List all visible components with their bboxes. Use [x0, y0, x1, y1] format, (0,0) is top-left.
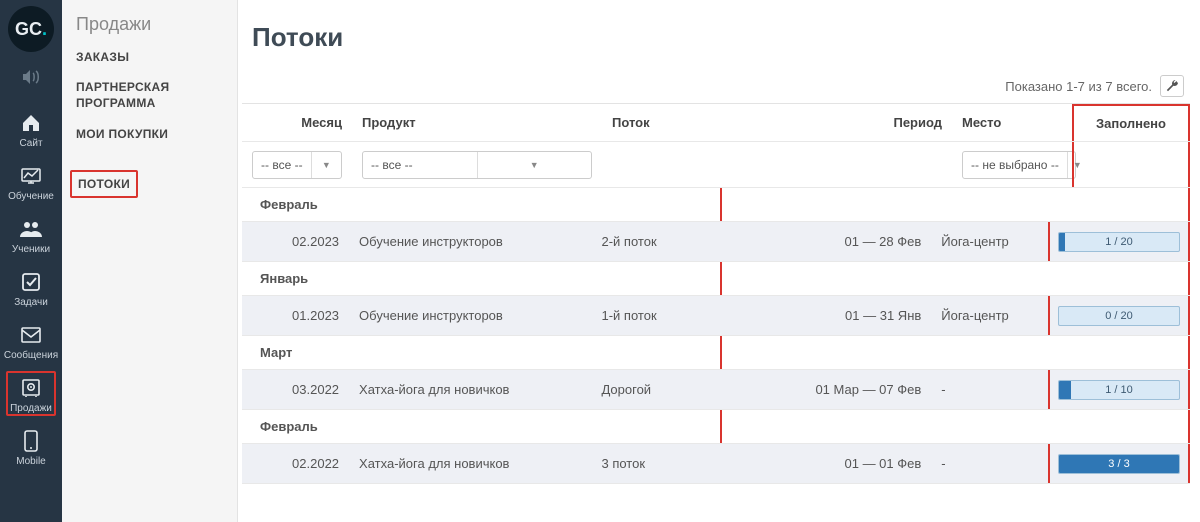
filter-product-value: -- все --: [363, 158, 477, 172]
month-group-label: Январь: [242, 263, 720, 294]
cell-product: Хатха-йога для новичков: [349, 374, 591, 405]
progress-bar: 3 / 3: [1058, 454, 1180, 474]
table-header: Месяц Продукт Поток Период Место Заполне…: [242, 104, 1190, 142]
table-filters: -- все -- ▼ -- все -- ▼ -- не выбрано --…: [242, 142, 1190, 188]
cell-period: 01 Мар — 07 Фев: [786, 374, 932, 405]
rail-item-mobile[interactable]: Mobile: [0, 420, 62, 473]
col-stream: Поток: [602, 107, 802, 138]
cell-month: 02.2023: [242, 226, 349, 257]
filter-place-value: -- не выбрано --: [963, 158, 1067, 172]
streams-table: Месяц Продукт Поток Период Место Заполне…: [242, 103, 1190, 484]
safe-icon: [18, 375, 44, 401]
subnav-item-mybuys[interactable]: МОИ ПОКУПКИ: [76, 126, 223, 142]
cell-place: -: [931, 448, 1048, 479]
main: Потоки Показано 1-7 из 7 всего. Месяц Пр…: [238, 0, 1200, 522]
cell-stream: Дорогой: [591, 374, 785, 405]
month-group-row: Март: [242, 336, 1190, 370]
subnav-title: Продажи: [76, 14, 223, 35]
rail-label: Сообщения: [4, 350, 58, 361]
rail-label: Mobile: [16, 456, 45, 467]
cell-stream: 2-й поток: [591, 226, 785, 257]
logo[interactable]: GC.: [8, 6, 54, 52]
cell-period: 01 — 28 Фев: [786, 226, 932, 257]
progress-label: 1 / 10: [1059, 381, 1179, 399]
cell-stream: 3 поток: [591, 448, 785, 479]
rail-item-messages[interactable]: Сообщения: [0, 314, 62, 367]
logo-text: GC: [15, 19, 42, 40]
home-icon: [18, 110, 44, 136]
cell-product: Обучение инструкторов: [349, 226, 591, 257]
chevron-down-icon: ▼: [311, 152, 341, 178]
page-title: Потоки: [252, 22, 1190, 53]
cell-month: 02.2022: [242, 448, 349, 479]
chevron-down-icon: ▼: [477, 152, 592, 178]
cell-place: Йога-центр: [931, 226, 1048, 257]
cell-period: 01 — 01 Фев: [786, 448, 932, 479]
filter-month[interactable]: -- все -- ▼: [252, 151, 342, 179]
rail-item-sales[interactable]: Продажи: [0, 367, 62, 420]
col-product: Продукт: [352, 107, 602, 138]
month-group-label: Март: [242, 337, 720, 368]
rail-label: Продажи: [10, 403, 52, 414]
cell-place: Йога-центр: [931, 300, 1048, 331]
month-group-label: Февраль: [242, 189, 720, 220]
filter-product[interactable]: -- все -- ▼: [362, 151, 592, 179]
rail-item-tasks[interactable]: Задачи: [0, 261, 62, 314]
month-group-label: Февраль: [242, 411, 720, 442]
subnav: Продажи ЗАКАЗЫ ПАРТНЕРСКАЯ ПРОГРАММА МОИ…: [62, 0, 238, 522]
mobile-icon: [18, 428, 44, 454]
progress-bar: 1 / 10: [1058, 380, 1180, 400]
summary-text: Показано 1-7 из 7 всего.: [1005, 79, 1152, 94]
progress-label: 1 / 20: [1059, 233, 1179, 251]
rail-item-students[interactable]: Ученики: [0, 208, 62, 261]
table-row[interactable]: 01.2023Обучение инструкторов1-й поток01 …: [242, 296, 1190, 336]
subnav-item-partner[interactable]: ПАРТНЕРСКАЯ ПРОГРАММА: [76, 79, 223, 111]
cell-place: -: [931, 374, 1048, 405]
progress-label: 0 / 20: [1059, 307, 1179, 325]
wrench-icon: [1165, 79, 1179, 93]
col-period: Период: [802, 107, 952, 138]
settings-button[interactable]: [1160, 75, 1184, 97]
rail-item-learn[interactable]: Обучение: [0, 155, 62, 208]
cell-stream: 1-й поток: [591, 300, 785, 331]
progress-bar: 1 / 20: [1058, 232, 1180, 252]
check-icon: [18, 269, 44, 295]
filter-month-value: -- все --: [253, 158, 311, 172]
logo-dot: .: [42, 19, 47, 40]
rail-item-sound[interactable]: [0, 54, 62, 102]
month-group-row: Февраль: [242, 410, 1190, 444]
cell-month: 03.2022: [242, 374, 349, 405]
rail-label: Обучение: [8, 191, 54, 202]
rail-label: Сайт: [19, 138, 42, 149]
cell-product: Хатха-йога для новичков: [349, 448, 591, 479]
cell-month: 01.2023: [242, 300, 349, 331]
nav-rail: GC. Сайт Обучение Ученики Задачи Соо: [0, 0, 62, 522]
subnav-item-orders[interactable]: ЗАКАЗЫ: [76, 49, 223, 65]
sound-icon: [18, 64, 44, 90]
month-group-row: Февраль: [242, 188, 1190, 222]
cell-period: 01 — 31 Янв: [786, 300, 932, 331]
col-fill: Заполнено: [1096, 116, 1166, 131]
filter-place[interactable]: -- не выбрано -- ▼: [962, 151, 1076, 179]
progress-label: 3 / 3: [1059, 455, 1179, 473]
table-row[interactable]: 02.2023Обучение инструкторов2-й поток01 …: [242, 222, 1190, 262]
users-icon: [18, 216, 44, 242]
col-month: Месяц: [242, 107, 352, 138]
month-group-row: Январь: [242, 262, 1190, 296]
chart-icon: [18, 163, 44, 189]
table-row[interactable]: 03.2022Хатха-йога для новичковДорогой01 …: [242, 370, 1190, 410]
subnav-item-streams[interactable]: ПОТОКИ: [70, 170, 138, 198]
progress-bar: 0 / 20: [1058, 306, 1180, 326]
cell-product: Обучение инструкторов: [349, 300, 591, 331]
mail-icon: [18, 322, 44, 348]
col-place: Место: [952, 107, 1072, 138]
rail-item-site[interactable]: Сайт: [0, 102, 62, 155]
table-row[interactable]: 02.2022Хатха-йога для новичков3 поток01 …: [242, 444, 1190, 484]
rail-label: Задачи: [14, 297, 48, 308]
rail-label: Ученики: [12, 244, 50, 255]
